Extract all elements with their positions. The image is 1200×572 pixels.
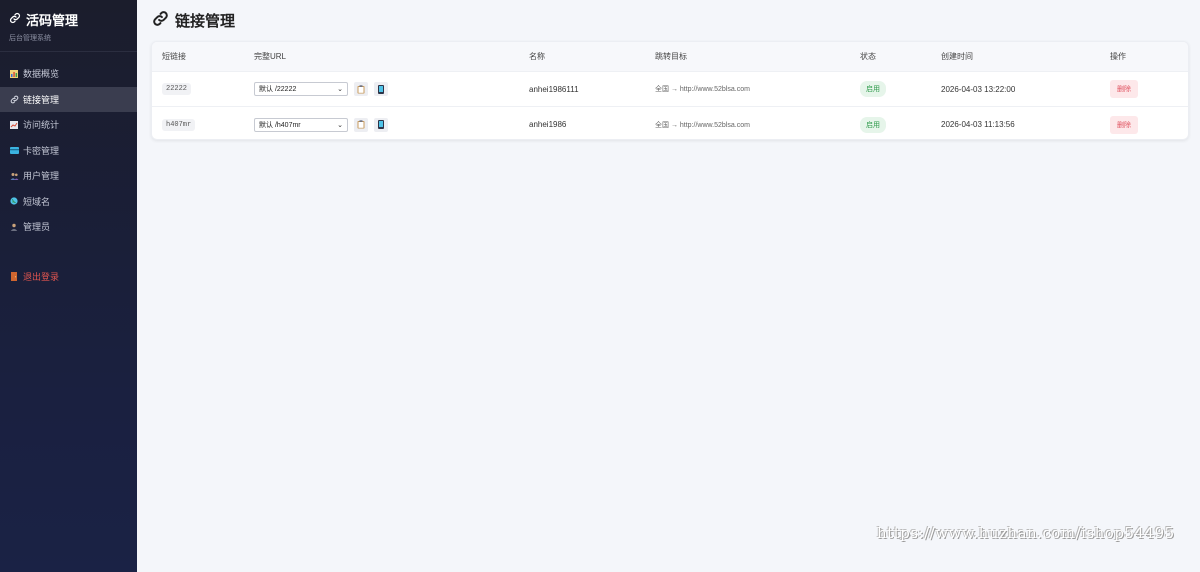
brand-title: 活码管理: [9, 10, 129, 29]
sidebar-item-label: 用户管理: [23, 171, 60, 182]
table-row: h407mr 默认 /h407mr ⌄ anhei1986 全国 → http:…: [152, 107, 1188, 139]
redirect-target: 全国 → http://www.52blsa.com: [655, 121, 750, 129]
url-select[interactable]: 默认 /22222 ⌄: [254, 82, 348, 96]
clipboard-icon: [357, 84, 365, 93]
clipboard-icon: [357, 120, 365, 129]
sidebar-item-overview[interactable]: 数据概览: [0, 61, 137, 87]
sidebar-nav: 数据概览 链接管理 访问统计 卡密管理 用户管理 短域名 管理员 退出登录: [0, 61, 137, 289]
card-icon: [9, 145, 19, 155]
header-target: 跳转目标: [655, 52, 687, 61]
header-created: 创建时间: [941, 52, 973, 61]
sidebar-item-admins[interactable]: 管理员: [0, 214, 137, 240]
phone-icon: [378, 84, 384, 94]
delete-button[interactable]: 删除: [1110, 115, 1138, 134]
brand-subtitle: 后台管理系统: [9, 35, 51, 42]
delete-button[interactable]: 删除: [1110, 80, 1138, 98]
main-content: 链接管理 短链接 完整URL 名称 跳转目标 状态 创建时间 操作 22222 …: [137, 0, 1200, 572]
sidebar-item-users[interactable]: 用户管理: [0, 163, 137, 189]
copy-button[interactable]: [354, 82, 368, 96]
link-name: anhei1986: [529, 120, 567, 129]
logout-button[interactable]: 退出登录: [0, 264, 137, 290]
chevron-down-icon: ⌄: [337, 86, 343, 93]
brand: 活码管理 后台管理系统: [0, 0, 137, 52]
link-icon: [9, 94, 19, 104]
stats-icon: [9, 120, 19, 130]
sidebar-item-label: 链接管理: [23, 94, 60, 105]
header-name: 名称: [529, 52, 545, 61]
sidebar-item-label: 短域名: [23, 196, 51, 207]
table-header: 短链接 完整URL 名称 跳转目标 状态 创建时间 操作: [152, 42, 1188, 72]
watermark: https://www.huzhan.com/ishop54495: [877, 524, 1175, 542]
url-select-value: 默认 /h407mr: [259, 121, 301, 129]
users-icon: [9, 171, 19, 181]
brand-name: 活码管理: [26, 13, 79, 28]
link-name: anhei1986111: [529, 84, 579, 94]
sidebar-item-label: 卡密管理: [23, 145, 60, 156]
header-full-url: 完整URL: [254, 52, 287, 61]
link-icon: [9, 12, 21, 27]
qrcode-button[interactable]: [374, 117, 388, 132]
status-badge: 启用: [860, 81, 886, 97]
status-badge: 启用: [860, 116, 886, 133]
admin-icon: [9, 222, 19, 232]
sidebar-item-label: 管理员: [23, 222, 51, 233]
redirect-target: 全国 → http://www.52blsa.com: [655, 86, 750, 93]
page-title-text: 链接管理: [175, 13, 236, 30]
header-actions: 操作: [1110, 52, 1126, 61]
copy-button[interactable]: [354, 117, 368, 132]
sidebar-item-stats[interactable]: 访问统计: [0, 112, 137, 138]
logout-label: 退出登录: [23, 271, 60, 282]
header-status: 状态: [860, 52, 876, 61]
created-time: 2026-04-03 13:22:00: [941, 84, 1016, 94]
qrcode-button[interactable]: [374, 82, 388, 96]
phone-icon: [378, 120, 384, 129]
short-code: 22222: [162, 83, 192, 95]
sidebar-item-label: 数据概览: [23, 69, 60, 80]
url-select[interactable]: 默认 /h407mr ⌄: [254, 117, 348, 132]
sidebar-item-links[interactable]: 链接管理: [0, 86, 137, 112]
sidebar-item-domains[interactable]: 短域名: [0, 189, 137, 215]
short-code: h407mr: [162, 118, 196, 131]
links-table: 短链接 完整URL 名称 跳转目标 状态 创建时间 操作 22222 默认 /2…: [151, 41, 1189, 140]
door-icon: [9, 271, 19, 281]
globe-icon: [9, 196, 19, 206]
created-time: 2026-04-03 11:13:56: [941, 120, 1015, 129]
sidebar-item-label: 访问统计: [23, 120, 60, 131]
sidebar: 活码管理 后台管理系统 数据概览 链接管理 访问统计 卡密管理 用户管理 短域名…: [0, 0, 137, 572]
link-icon: [152, 10, 169, 31]
url-select-value: 默认 /22222: [259, 86, 297, 93]
sidebar-item-cards[interactable]: 卡密管理: [0, 138, 137, 164]
page-title: 链接管理: [152, 10, 235, 31]
header-short-link: 短链接: [162, 52, 186, 61]
table-row: 22222 默认 /22222 ⌄ anhei1986111 全国 → http…: [152, 72, 1188, 107]
chart-icon: [9, 69, 19, 79]
chevron-down-icon: ⌄: [337, 121, 343, 129]
